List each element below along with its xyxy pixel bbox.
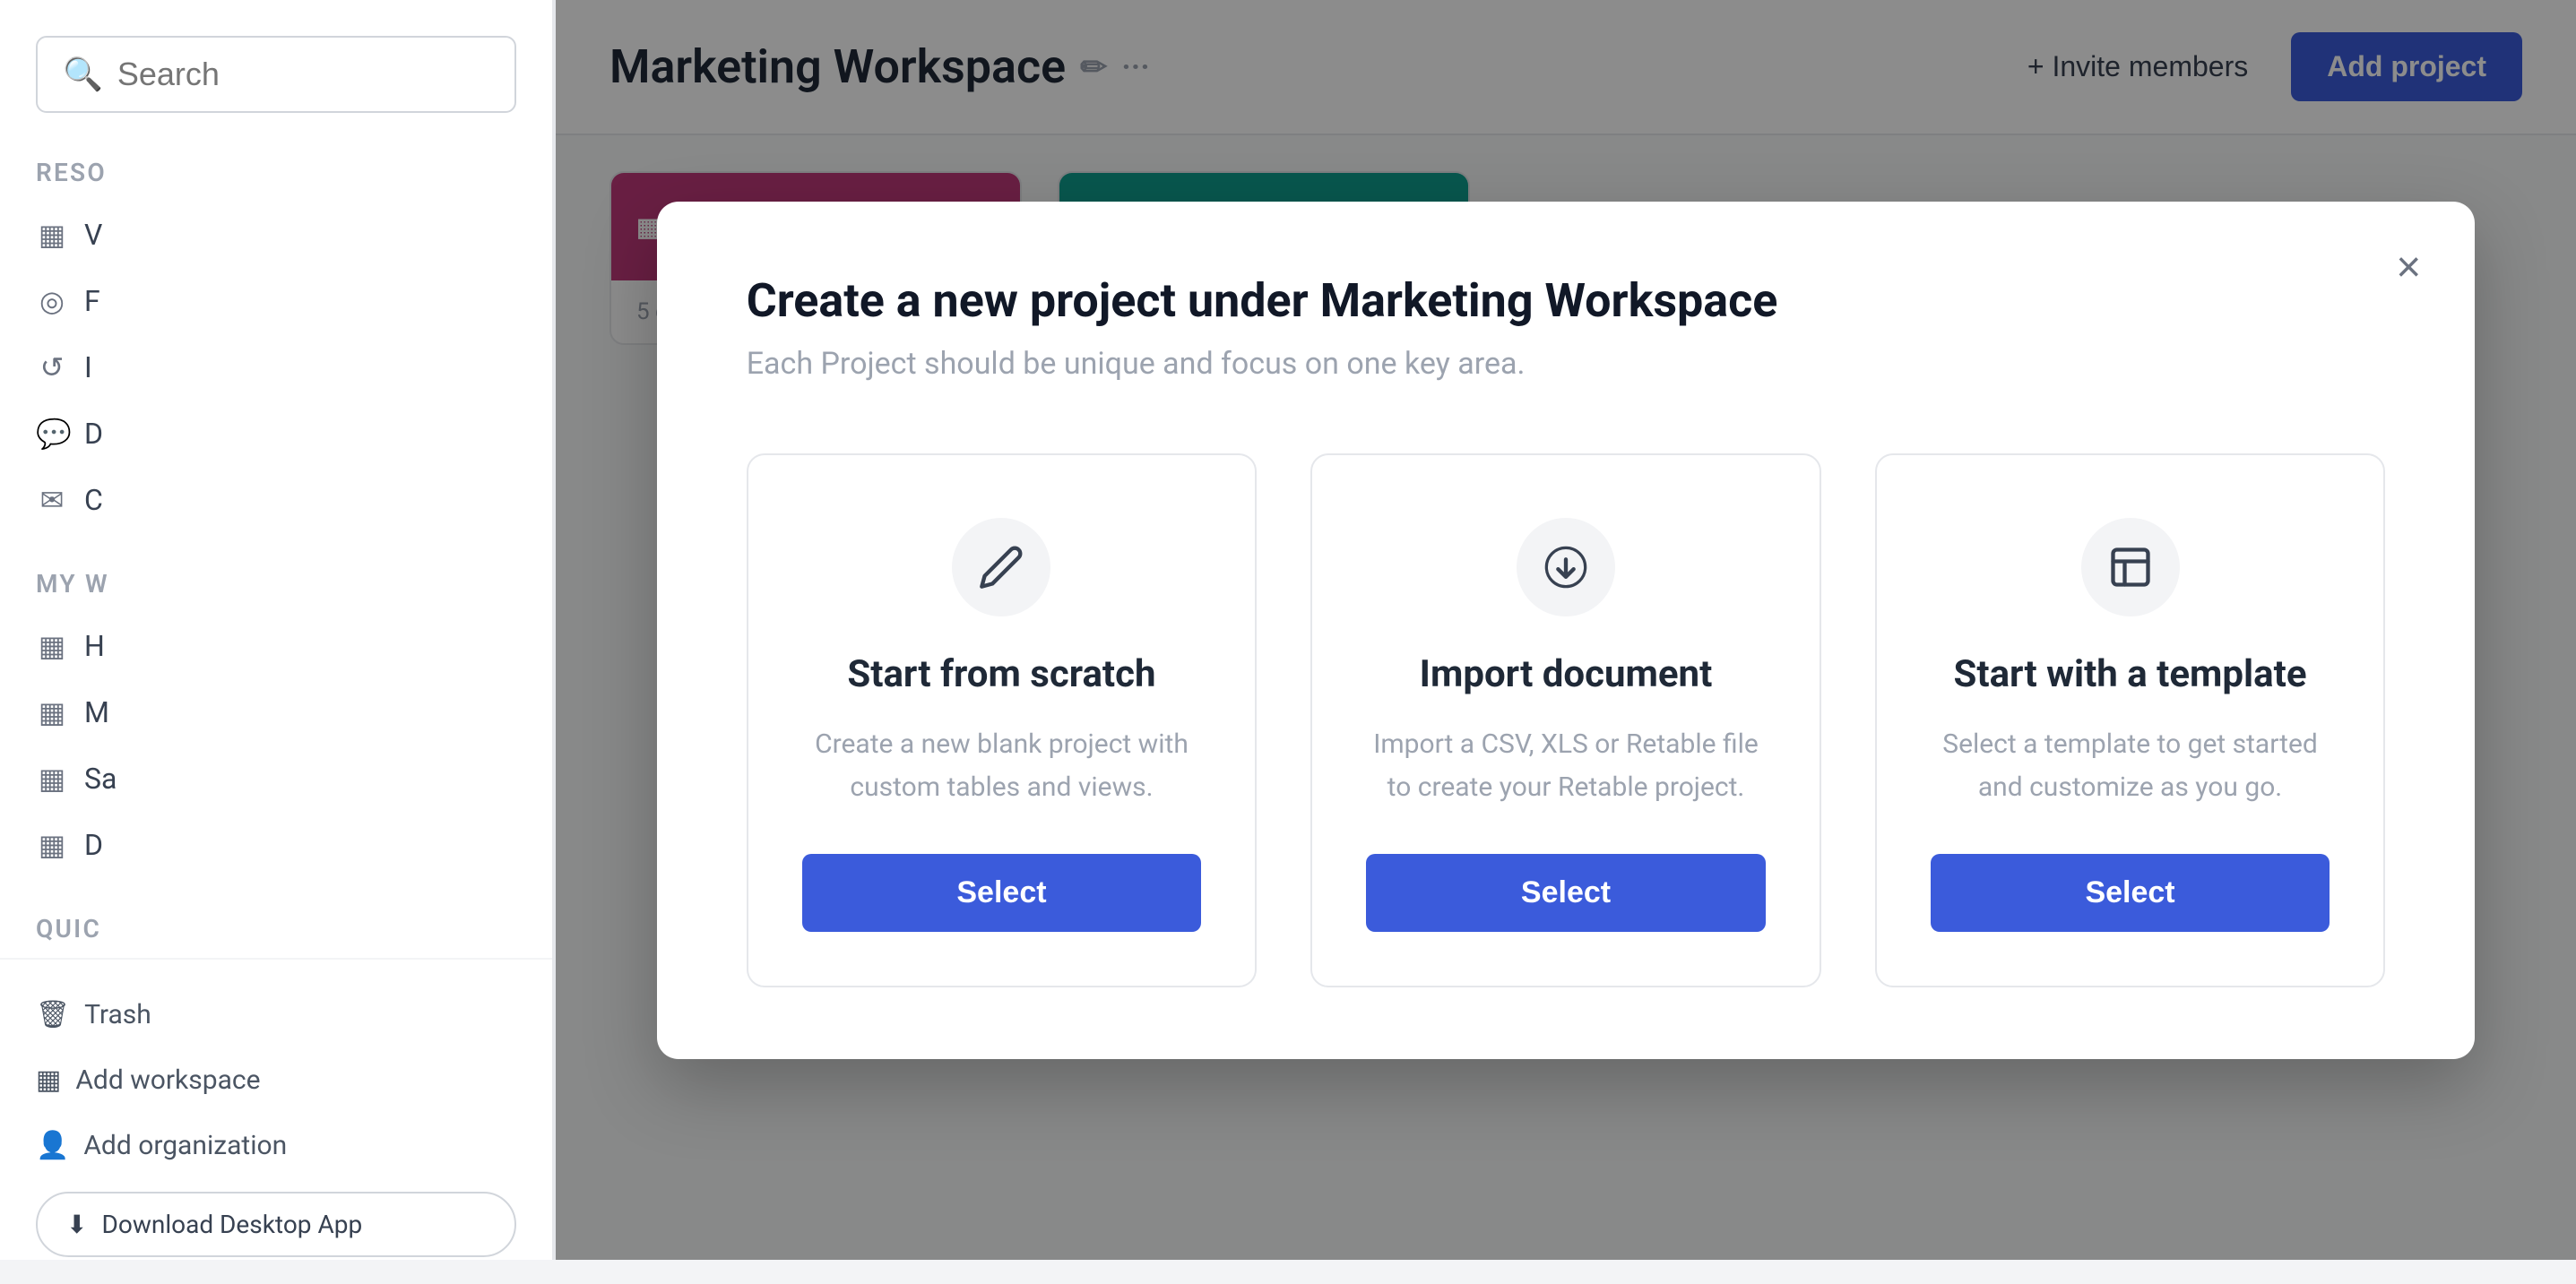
sidebar-bottom: 🗑 Trash ▦ Add workspace 👤 Add organizati… bbox=[0, 958, 552, 1284]
sidebar-i-label: I bbox=[84, 350, 92, 384]
sidebar-f-label: F bbox=[84, 284, 100, 318]
sidebar-item-c[interactable]: ✉ C bbox=[0, 467, 552, 533]
sidebar-item-f[interactable]: ◎ F bbox=[0, 268, 552, 334]
add-organization-label: Add organization bbox=[83, 1130, 287, 1161]
download-desktop-button[interactable]: ⬇ Download Desktop App bbox=[36, 1192, 516, 1257]
sidebar-m-label: M bbox=[84, 695, 109, 729]
import-card-desc: Import a CSV, XLS or Retable file to cre… bbox=[1366, 723, 1766, 809]
sidebar-item-i[interactable]: ↺ I bbox=[0, 334, 552, 401]
sidebar-item-h[interactable]: ▦ H bbox=[0, 613, 552, 679]
sidebar-d-label: D bbox=[84, 417, 103, 451]
main-area: Marketing Workspace ✏ ··· + Invite membe… bbox=[556, 0, 2576, 1260]
modal-card-scratch: Start from scratch Create a new blank pr… bbox=[747, 453, 1258, 987]
sidebar-m-icon: ▦ bbox=[36, 695, 68, 729]
sidebar-h-icon: ▦ bbox=[36, 629, 68, 663]
trash-icon: 🗑 bbox=[36, 999, 70, 1030]
add-organization-item[interactable]: 👤 Add organization bbox=[36, 1117, 516, 1174]
sidebar-h-label: H bbox=[84, 629, 105, 663]
search-bar[interactable]: 🔍 bbox=[36, 36, 516, 113]
download-icon: ⬇ bbox=[66, 1210, 87, 1239]
search-input[interactable] bbox=[117, 56, 489, 93]
scratch-card-desc: Create a new blank project with custom t… bbox=[802, 723, 1202, 809]
sidebar-item-m[interactable]: ▦ M bbox=[0, 679, 552, 745]
select-scratch-button[interactable]: Select bbox=[802, 854, 1202, 932]
add-organization-icon: 👤 bbox=[36, 1130, 69, 1161]
sidebar: 🔍 RESO ▦ V ◎ F ↺ I 💬 D ✉ C MY W ▦ H bbox=[0, 0, 556, 1260]
resources-section-label: RESO bbox=[0, 158, 552, 187]
modal-cards-container: Start from scratch Create a new blank pr… bbox=[747, 453, 2386, 987]
sidebar-d-icon: 💬 bbox=[36, 417, 68, 451]
trash-label: Trash bbox=[84, 999, 151, 1030]
select-import-button[interactable]: Select bbox=[1366, 854, 1766, 932]
add-workspace-label: Add workspace bbox=[75, 1064, 260, 1096]
add-workspace-item[interactable]: ▦ Add workspace bbox=[36, 1052, 516, 1108]
modal-overlay[interactable]: × Create a new project under Marketing W… bbox=[556, 0, 2576, 1260]
sidebar-item-d[interactable]: 💬 D bbox=[0, 401, 552, 467]
template-card-title: Start with a template bbox=[1954, 652, 2307, 696]
search-icon: 🔍 bbox=[63, 56, 103, 93]
scratch-card-title: Start from scratch bbox=[847, 652, 1155, 696]
quick-section-label: QUIC bbox=[0, 914, 552, 944]
scratch-icon-container bbox=[952, 518, 1050, 616]
sidebar-i-icon: ↺ bbox=[36, 350, 68, 384]
my-workspaces-section-label: MY W bbox=[0, 569, 552, 599]
sidebar-s-icon: ▦ bbox=[36, 762, 68, 796]
sidebar-s-label: Sa bbox=[84, 762, 117, 796]
sidebar-v-label: V bbox=[84, 218, 102, 252]
modal-card-import: Import document Import a CSV, XLS or Ret… bbox=[1310, 453, 1821, 987]
download-icon bbox=[1543, 544, 1589, 590]
modal-subtitle: Each Project should be unique and focus … bbox=[747, 346, 2386, 382]
template-card-desc: Select a template to get started and cus… bbox=[1931, 723, 2330, 809]
sidebar-d2-label: D bbox=[84, 828, 103, 862]
app-layout: 🔍 RESO ▦ V ◎ F ↺ I 💬 D ✉ C MY W ▦ H bbox=[0, 0, 2576, 1260]
modal-title: Create a new project under Marketing Wor… bbox=[747, 273, 2386, 328]
download-label: Download Desktop App bbox=[101, 1210, 362, 1239]
create-project-modal: × Create a new project under Marketing W… bbox=[657, 202, 2476, 1059]
pencil-icon bbox=[978, 544, 1024, 590]
sidebar-c-label: C bbox=[84, 483, 103, 517]
sidebar-v-icon: ▦ bbox=[36, 218, 68, 252]
add-workspace-icon: ▦ bbox=[36, 1064, 61, 1096]
template-icon-container bbox=[2081, 518, 2180, 616]
sidebar-c-icon: ✉ bbox=[36, 483, 68, 517]
sidebar-item-s[interactable]: ▦ Sa bbox=[0, 745, 552, 812]
sidebar-item-d2[interactable]: ▦ D bbox=[0, 812, 552, 878]
trash-item[interactable]: 🗑 Trash bbox=[36, 987, 516, 1043]
import-card-title: Import document bbox=[1420, 652, 1713, 696]
sidebar-item-v[interactable]: ▦ V bbox=[0, 202, 552, 268]
template-icon bbox=[2107, 544, 2154, 590]
modal-card-template: Start with a template Select a template … bbox=[1875, 453, 2386, 987]
modal-close-button[interactable]: × bbox=[2396, 246, 2421, 289]
select-template-button[interactable]: Select bbox=[1931, 854, 2330, 932]
sidebar-f-icon: ◎ bbox=[36, 284, 68, 318]
import-icon-container bbox=[1517, 518, 1615, 616]
sidebar-d2-icon: ▦ bbox=[36, 828, 68, 862]
